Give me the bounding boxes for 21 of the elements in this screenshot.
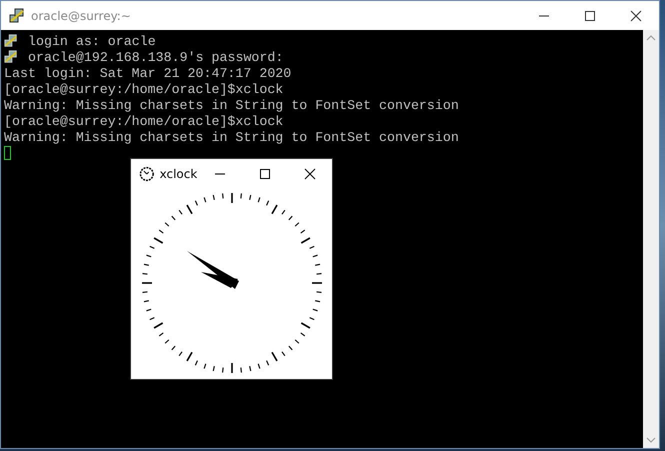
terminal-app-icon xyxy=(9,8,25,24)
terminal-line: Warning: Missing charsets in String to FontSet conversion xyxy=(4,98,459,112)
clock-icon xyxy=(139,166,155,182)
terminal-line: Last login: Sat Mar 21 20:47:17 2020 xyxy=(4,66,292,80)
terminal-line: Warning: Missing charsets in String to FontSet conversion xyxy=(4,130,459,144)
maximize-icon xyxy=(584,10,596,22)
maximize-icon xyxy=(258,168,271,180)
terminal-app-icon xyxy=(4,34,18,48)
scrollbar[interactable] xyxy=(643,30,659,448)
scroll-down-icon[interactable] xyxy=(646,436,656,444)
window-title: oracle@surrey:~ xyxy=(31,8,132,22)
terminal-line: [oracle@surrey:/home/oracle]$xclock xyxy=(4,114,284,128)
terminal-app-icon xyxy=(4,50,18,64)
close-icon xyxy=(630,10,642,22)
close-icon xyxy=(304,168,316,180)
terminal-line: oracle@192.168.138.9's password: xyxy=(28,50,284,64)
window-title: xclock xyxy=(160,167,198,181)
terminal-line: [oracle@surrey:/home/oracle]$xclock xyxy=(4,82,284,96)
text-cursor xyxy=(4,146,11,160)
terminal-line: login as: oracle xyxy=(28,34,156,48)
scroll-up-icon[interactable] xyxy=(646,34,656,42)
